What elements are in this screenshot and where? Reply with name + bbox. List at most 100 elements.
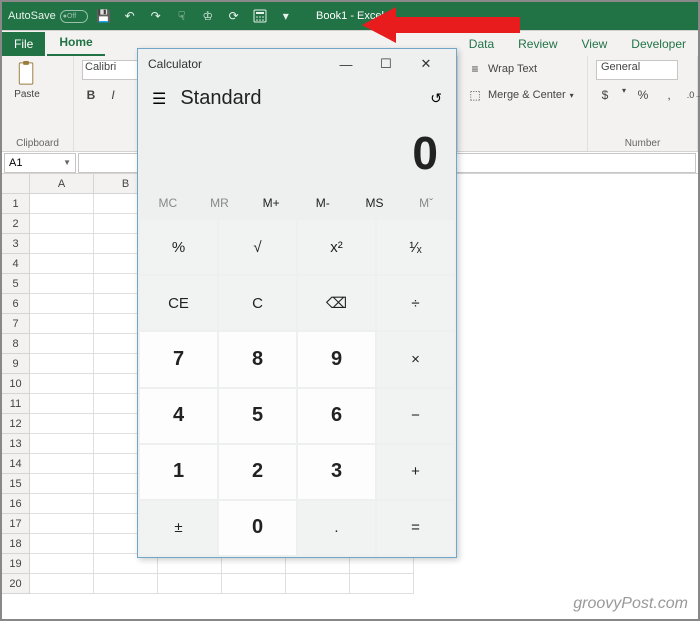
close-button[interactable]: ✕ bbox=[406, 50, 446, 78]
key-decimal[interactable]: . bbox=[298, 501, 375, 555]
key-square[interactable]: x² bbox=[298, 220, 375, 274]
key-backspace[interactable]: ⌫ bbox=[298, 276, 375, 330]
bold-button[interactable]: B bbox=[82, 86, 100, 104]
cell[interactable] bbox=[30, 314, 94, 334]
chevron-down-icon[interactable]: ▼ bbox=[63, 158, 71, 167]
calculator-icon[interactable] bbox=[250, 6, 270, 26]
key-plus[interactable]: + bbox=[377, 445, 454, 499]
cell[interactable] bbox=[30, 394, 94, 414]
calculator-titlebar[interactable]: Calculator — ☐ ✕ bbox=[138, 49, 456, 79]
cell[interactable] bbox=[30, 334, 94, 354]
key-clear[interactable]: C bbox=[219, 276, 296, 330]
tab-view[interactable]: View bbox=[570, 32, 620, 56]
merge-icon[interactable]: ⬚ bbox=[466, 86, 484, 104]
cell[interactable] bbox=[30, 554, 94, 574]
cell[interactable] bbox=[30, 414, 94, 434]
cell[interactable] bbox=[30, 234, 94, 254]
select-all-corner[interactable] bbox=[2, 174, 30, 194]
row-header[interactable]: 15 bbox=[2, 474, 30, 494]
key-multiply[interactable]: × bbox=[377, 332, 454, 386]
tab-developer[interactable]: Developer bbox=[619, 32, 698, 56]
percent-button[interactable]: % bbox=[634, 86, 652, 104]
key-one[interactable]: 1 bbox=[140, 445, 217, 499]
row-header[interactable]: 19 bbox=[2, 554, 30, 574]
touch-icon[interactable]: ☟ bbox=[172, 6, 192, 26]
memory-m+[interactable]: M+ bbox=[251, 196, 291, 210]
key-equals[interactable]: = bbox=[377, 501, 454, 555]
key-divide[interactable]: ÷ bbox=[377, 276, 454, 330]
key-eight[interactable]: 8 bbox=[219, 332, 296, 386]
key-six[interactable]: 6 bbox=[298, 389, 375, 443]
cell[interactable] bbox=[222, 574, 286, 594]
hierarchy-icon[interactable]: ♔ bbox=[198, 6, 218, 26]
cell[interactable] bbox=[30, 294, 94, 314]
key-seven[interactable]: 7 bbox=[140, 332, 217, 386]
cell[interactable] bbox=[94, 574, 158, 594]
key-zero[interactable]: 0 bbox=[219, 501, 296, 555]
history-icon[interactable]: ↺ bbox=[430, 90, 442, 107]
row-header[interactable]: 14 bbox=[2, 454, 30, 474]
row-header[interactable]: 17 bbox=[2, 514, 30, 534]
cell[interactable] bbox=[30, 574, 94, 594]
cell[interactable] bbox=[30, 494, 94, 514]
row-header[interactable]: 3 bbox=[2, 234, 30, 254]
memory-mr[interactable]: MR bbox=[199, 196, 239, 210]
cell[interactable] bbox=[158, 574, 222, 594]
number-format-select[interactable]: General bbox=[596, 60, 678, 80]
chevron-down-icon[interactable]: ▾ bbox=[570, 91, 574, 100]
redo-icon[interactable]: ↷ bbox=[146, 6, 166, 26]
row-header[interactable]: 9 bbox=[2, 354, 30, 374]
row-header[interactable]: 16 bbox=[2, 494, 30, 514]
key-four[interactable]: 4 bbox=[140, 389, 217, 443]
row-header[interactable]: 2 bbox=[2, 214, 30, 234]
italic-button[interactable]: I bbox=[104, 86, 122, 104]
column-header[interactable]: A bbox=[30, 174, 94, 194]
paste-button[interactable]: Paste bbox=[10, 60, 44, 100]
name-box[interactable]: A1▼ bbox=[4, 153, 76, 173]
save-icon[interactable]: 💾 bbox=[94, 6, 114, 26]
minimize-button[interactable]: — bbox=[326, 50, 366, 78]
memory-m-[interactable]: M- bbox=[303, 196, 343, 210]
cell[interactable] bbox=[30, 514, 94, 534]
refresh-icon[interactable]: ⟳ bbox=[224, 6, 244, 26]
row-header[interactable]: 10 bbox=[2, 374, 30, 394]
comma-button[interactable]: , bbox=[660, 86, 678, 104]
cell[interactable] bbox=[30, 374, 94, 394]
key-minus[interactable]: − bbox=[377, 389, 454, 443]
cell[interactable] bbox=[286, 574, 350, 594]
tab-file[interactable]: File bbox=[2, 32, 45, 56]
wrap-text-icon[interactable]: ≡ bbox=[466, 60, 484, 78]
row-header[interactable]: 4 bbox=[2, 254, 30, 274]
font-name-select[interactable]: Calibri bbox=[82, 60, 144, 80]
cell[interactable] bbox=[350, 574, 414, 594]
row-header[interactable]: 11 bbox=[2, 394, 30, 414]
key-nine[interactable]: 9 bbox=[298, 332, 375, 386]
row-header[interactable]: 1 bbox=[2, 194, 30, 214]
key-two[interactable]: 2 bbox=[219, 445, 296, 499]
row-header[interactable]: 6 bbox=[2, 294, 30, 314]
cell[interactable] bbox=[30, 194, 94, 214]
cell[interactable] bbox=[30, 214, 94, 234]
cell[interactable] bbox=[30, 434, 94, 454]
maximize-button[interactable]: ☐ bbox=[366, 50, 406, 78]
row-header[interactable]: 8 bbox=[2, 334, 30, 354]
merge-center-button[interactable]: Merge & Center bbox=[488, 89, 566, 101]
key-sqrt[interactable]: √ bbox=[219, 220, 296, 274]
memory-mˇ[interactable]: Mˇ bbox=[406, 196, 446, 210]
memory-mc[interactable]: MC bbox=[148, 196, 188, 210]
row-header[interactable]: 18 bbox=[2, 534, 30, 554]
row-header[interactable]: 5 bbox=[2, 274, 30, 294]
key-clear-entry[interactable]: CE bbox=[140, 276, 217, 330]
undo-icon[interactable]: ↶ bbox=[120, 6, 140, 26]
key-percent[interactable]: % bbox=[140, 220, 217, 274]
customize-qat-icon[interactable]: ▾ bbox=[276, 6, 296, 26]
cell[interactable] bbox=[30, 454, 94, 474]
increase-decimal-icon[interactable]: .0→ bbox=[686, 86, 700, 104]
wrap-text-button[interactable]: Wrap Text bbox=[488, 63, 537, 75]
tab-home[interactable]: Home bbox=[47, 30, 104, 56]
cell[interactable] bbox=[30, 274, 94, 294]
row-header[interactable]: 7 bbox=[2, 314, 30, 334]
row-header[interactable]: 13 bbox=[2, 434, 30, 454]
tab-data[interactable]: Data bbox=[457, 32, 506, 56]
cell[interactable] bbox=[30, 254, 94, 274]
